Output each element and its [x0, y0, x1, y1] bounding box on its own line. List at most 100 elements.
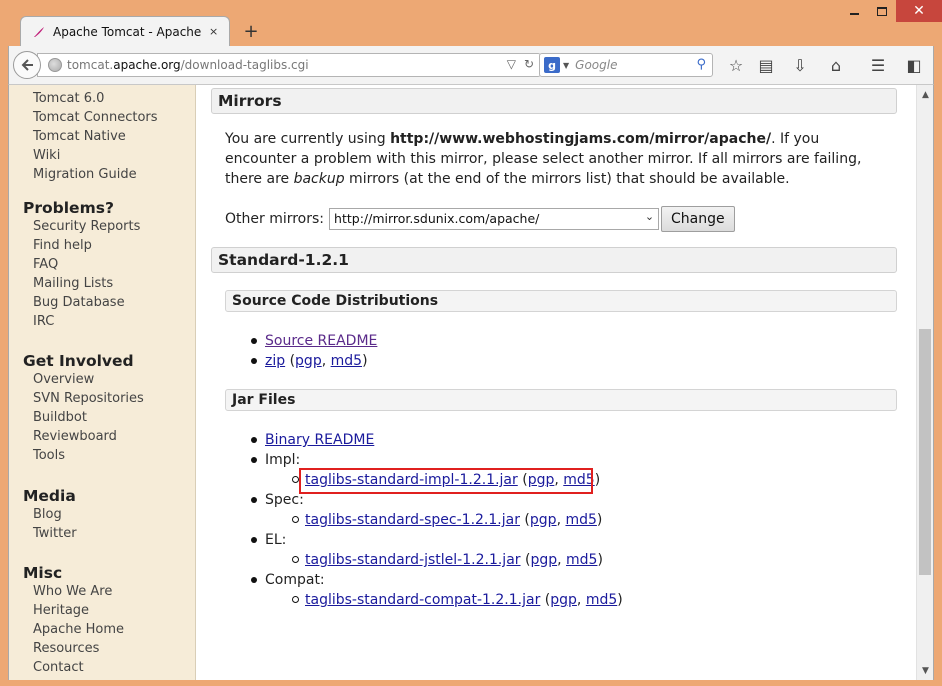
pgp-link[interactable]: pgp: [295, 353, 322, 369]
standard-heading: Standard-1.2.1: [211, 247, 897, 273]
other-mirrors-label: Other mirrors:: [225, 211, 325, 227]
new-tab-button[interactable]: +: [240, 20, 262, 42]
source-list: Source README zip (pgp, md5): [251, 331, 377, 371]
search-bar[interactable]: g ▼ Google ⚲: [539, 53, 713, 77]
jar-link[interactable]: taglibs-standard-compat-1.2.1.jar: [305, 592, 540, 608]
sidebar-link[interactable]: Security Reports: [33, 217, 140, 236]
other-mirrors-row: Other mirrors: http://mirror.sdunix.com/…: [225, 206, 735, 232]
md5-link[interactable]: md5: [586, 592, 617, 608]
vertical-scrollbar[interactable]: ▲ ▼: [916, 85, 933, 680]
zip-link[interactable]: zip: [265, 353, 285, 369]
jar-files-heading: Jar Files: [225, 389, 897, 411]
sidebar-section-get-involved: Get Involved Overview SVN Repositories B…: [23, 352, 144, 465]
extension-icon[interactable]: ◧: [903, 55, 925, 75]
mirrors-heading: Mirrors: [211, 88, 897, 114]
red-highlight-box: [299, 468, 593, 494]
list-item: zip (pgp, md5): [251, 351, 377, 371]
mirror-select[interactable]: http://mirror.sdunix.com/apache/⌄: [329, 208, 660, 230]
list-item: Impl:: [251, 450, 623, 470]
sidebar-link[interactable]: Apache Home: [33, 620, 124, 639]
list-item: Source README: [251, 331, 377, 351]
bookmark-star-icon[interactable]: ☆: [725, 55, 747, 75]
sidebar-section-misc: Misc Who We Are Heritage Apache Home Res…: [23, 564, 124, 677]
sidebar-heading: Misc: [23, 564, 63, 582]
sidebar-link[interactable]: Mailing Lists: [33, 274, 140, 293]
jar-list: Binary README Impl: taglibs-standard-imp…: [251, 430, 623, 610]
sidebar-link[interactable]: Blog: [33, 505, 77, 524]
pgp-link[interactable]: pgp: [530, 512, 557, 528]
source-readme-link[interactable]: Source README: [265, 333, 377, 349]
sidebar-link[interactable]: FAQ: [33, 255, 140, 274]
sidebar-link[interactable]: Reviewboard: [33, 427, 144, 446]
sidebar-top-links: Tomcat 6.0 Tomcat Connectors Tomcat Nati…: [23, 89, 158, 184]
sidebar-link[interactable]: Find help: [33, 236, 140, 255]
tab-close-icon[interactable]: ×: [209, 25, 218, 38]
list-item: Binary README: [251, 430, 623, 450]
sidebar-link[interactable]: Wiki: [33, 146, 158, 165]
group-label: Spec:: [265, 492, 304, 508]
google-engine-icon[interactable]: g: [544, 57, 560, 73]
sidebar-link[interactable]: IRC: [33, 312, 140, 331]
menu-icon[interactable]: ☰: [867, 55, 889, 75]
download-icon[interactable]: ⇩: [789, 55, 811, 75]
md5-link[interactable]: md5: [331, 353, 362, 369]
browser-window: ✕ Apache Tomcat - Apache ... × + tomcat.…: [0, 0, 942, 686]
md5-link[interactable]: md5: [566, 552, 597, 568]
chevron-down-icon: ⌄: [644, 210, 655, 223]
globe-icon: [48, 58, 62, 72]
group-label: Impl:: [265, 452, 301, 468]
change-button[interactable]: Change: [661, 206, 735, 232]
sidebar-link[interactable]: Tomcat Native: [33, 127, 158, 146]
jar-item: taglibs-standard-compat-1.2.1.jar (pgp, …: [292, 590, 623, 610]
sidebar-link[interactable]: Contact: [33, 658, 124, 677]
sidebar-link[interactable]: Tomcat 6.0: [33, 89, 158, 108]
jar-link[interactable]: taglibs-standard-spec-1.2.1.jar: [305, 512, 520, 528]
scroll-down-icon[interactable]: ▼: [917, 663, 933, 679]
sidebar-link[interactable]: Twitter: [33, 524, 77, 543]
binary-readme-link[interactable]: Binary README: [265, 432, 374, 448]
tab-apache-tomcat[interactable]: Apache Tomcat - Apache ... ×: [20, 16, 230, 46]
engine-caret-icon[interactable]: ▼: [563, 61, 569, 70]
sidebar-link[interactable]: Overview: [33, 370, 144, 389]
source-distributions-heading: Source Code Distributions: [225, 290, 897, 312]
sidebar-section-media: Media Blog Twitter: [23, 487, 77, 543]
list-item: EL:: [251, 530, 623, 550]
scrollbar-thumb[interactable]: [919, 329, 931, 575]
sidebar-link[interactable]: Tools: [33, 446, 144, 465]
tab-title: Apache Tomcat - Apache ...: [53, 24, 203, 39]
sidebar-link[interactable]: Heritage: [33, 601, 124, 620]
sidebar-heading: Get Involved: [23, 352, 134, 370]
sidebar-link[interactable]: Resources: [33, 639, 124, 658]
main-content: Mirrors You are currently using http://w…: [211, 85, 899, 680]
reading-list-icon[interactable]: ▤: [755, 55, 777, 75]
sidebar-link[interactable]: Who We Are: [33, 582, 124, 601]
current-mirror-url: http://www.webhostingjams.com/mirror/apa…: [390, 131, 772, 147]
search-placeholder: Google: [575, 58, 618, 72]
search-magnifier-icon[interactable]: ⚲: [696, 57, 706, 72]
group-label: Compat:: [265, 572, 325, 588]
apache-feather-icon: [31, 24, 47, 40]
jar-link[interactable]: taglibs-standard-jstlel-1.2.1.jar: [305, 552, 521, 568]
pgp-link[interactable]: pgp: [530, 552, 557, 568]
jar-item: taglibs-standard-spec-1.2.1.jar (pgp, md…: [292, 510, 623, 530]
home-icon[interactable]: ⌂: [825, 55, 847, 75]
sidebar-link[interactable]: Buildbot: [33, 408, 144, 427]
back-button[interactable]: [13, 51, 41, 79]
md5-link[interactable]: md5: [565, 512, 596, 528]
mirror-paragraph: You are currently using http://www.webho…: [225, 131, 862, 187]
tab-strip: Apache Tomcat - Apache ... × +: [8, 14, 934, 46]
sidebar-link[interactable]: Bug Database: [33, 293, 140, 312]
reload-icon[interactable]: ↻: [524, 57, 534, 71]
sidebar-link[interactable]: Migration Guide: [33, 165, 158, 184]
scroll-up-icon[interactable]: ▲: [917, 87, 933, 103]
sidebar-section-problems: Problems? Security Reports Find help FAQ…: [23, 199, 140, 331]
sidebar-link[interactable]: SVN Repositories: [33, 389, 144, 408]
pgp-link[interactable]: pgp: [550, 592, 577, 608]
back-arrow-icon: [21, 59, 33, 71]
sidebar-heading: Problems?: [23, 199, 114, 217]
sidebar-heading: Media: [23, 487, 76, 505]
dropdown-arrow-icon[interactable]: ▽: [507, 57, 516, 71]
group-label: EL:: [265, 532, 287, 548]
url-bar[interactable]: tomcat.apache.org/download-taglibs.cgi ▽…: [37, 53, 541, 77]
sidebar-link[interactable]: Tomcat Connectors: [33, 108, 158, 127]
